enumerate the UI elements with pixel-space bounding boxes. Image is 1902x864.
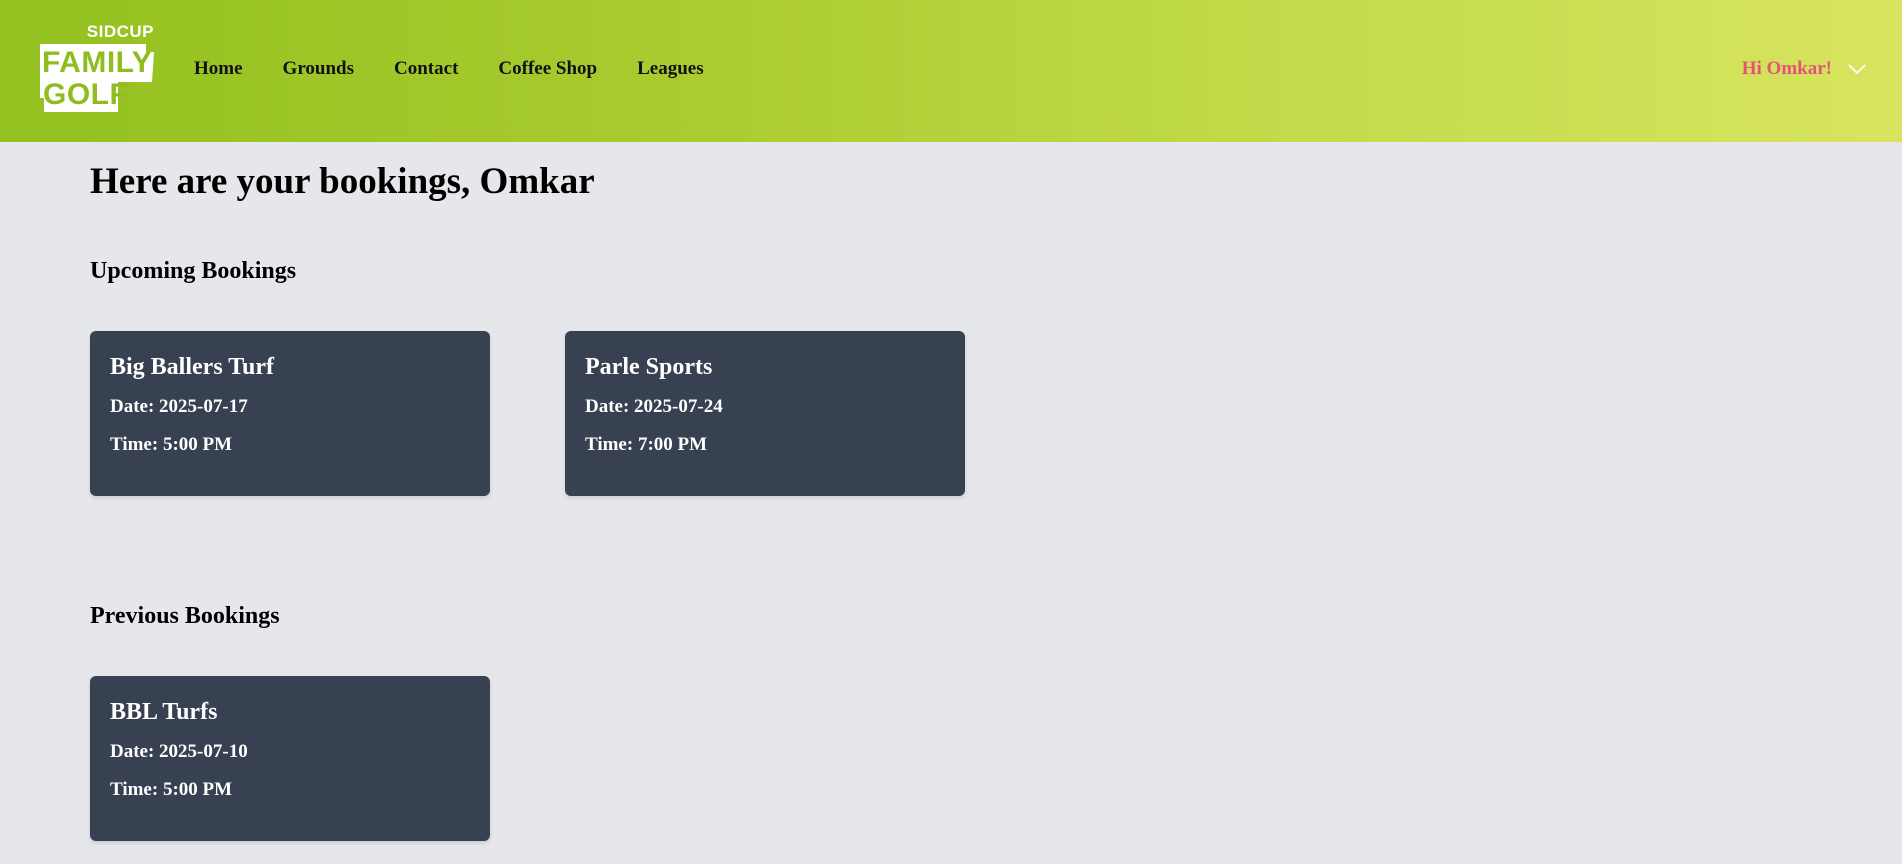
previous-bookings-heading: Previous Bookings — [90, 603, 280, 629]
booking-date: Date: 2025-07-17 — [110, 395, 248, 417]
booking-time: Time: 7:00 PM — [585, 433, 708, 455]
main-nav: Home Grounds Contact Coffee Shop Leagues — [194, 58, 744, 80]
booking-date: Date: 2025-07-10 — [110, 740, 248, 762]
nav-item-coffee-shop[interactable]: Coffee Shop — [498, 58, 597, 80]
booking-time: Time: 5:00 PM — [110, 778, 233, 800]
nav-item-grounds[interactable]: Grounds — [283, 58, 354, 80]
user-menu[interactable]: Hi Omkar! — [1742, 58, 1866, 80]
booking-card[interactable]: Parle Sports Date: 2025-07-24 Time: 7:00… — [565, 331, 965, 496]
logo-line-2: GOLF — [43, 78, 129, 111]
logo-line-1: FAMILY — [42, 46, 153, 79]
booking-venue: BBL Turfs — [110, 699, 218, 725]
nav-item-leagues[interactable]: Leagues — [637, 58, 704, 80]
brand-logo[interactable]: SIDCUP FAMILY GOLF — [38, 22, 158, 114]
chevron-down-icon[interactable] — [1848, 63, 1866, 75]
booking-card[interactable]: Big Ballers Turf Date: 2025-07-17 Time: … — [90, 331, 490, 496]
page-title: Here are your bookings, Omkar — [90, 161, 595, 202]
booking-time: Time: 5:00 PM — [110, 433, 233, 455]
booking-card[interactable]: BBL Turfs Date: 2025-07-10 Time: 5:00 PM — [90, 676, 490, 841]
logo-top-text: SIDCUP — [86, 22, 154, 41]
user-greeting: Hi Omkar! — [1741, 58, 1832, 79]
booking-date: Date: 2025-07-24 — [585, 395, 723, 417]
booking-venue: Parle Sports — [585, 354, 713, 380]
booking-venue: Big Ballers Turf — [110, 354, 275, 380]
nav-item-home[interactable]: Home — [194, 58, 243, 80]
site-header: SIDCUP FAMILY GOLF Home Grounds Contact … — [0, 0, 1902, 142]
upcoming-bookings-heading: Upcoming Bookings — [90, 258, 297, 284]
upcoming-bookings-list: Big Ballers Turf Date: 2025-07-17 Time: … — [90, 331, 965, 496]
previous-bookings-list: BBL Turfs Date: 2025-07-10 Time: 5:00 PM — [90, 676, 490, 841]
nav-item-contact[interactable]: Contact — [394, 58, 458, 80]
